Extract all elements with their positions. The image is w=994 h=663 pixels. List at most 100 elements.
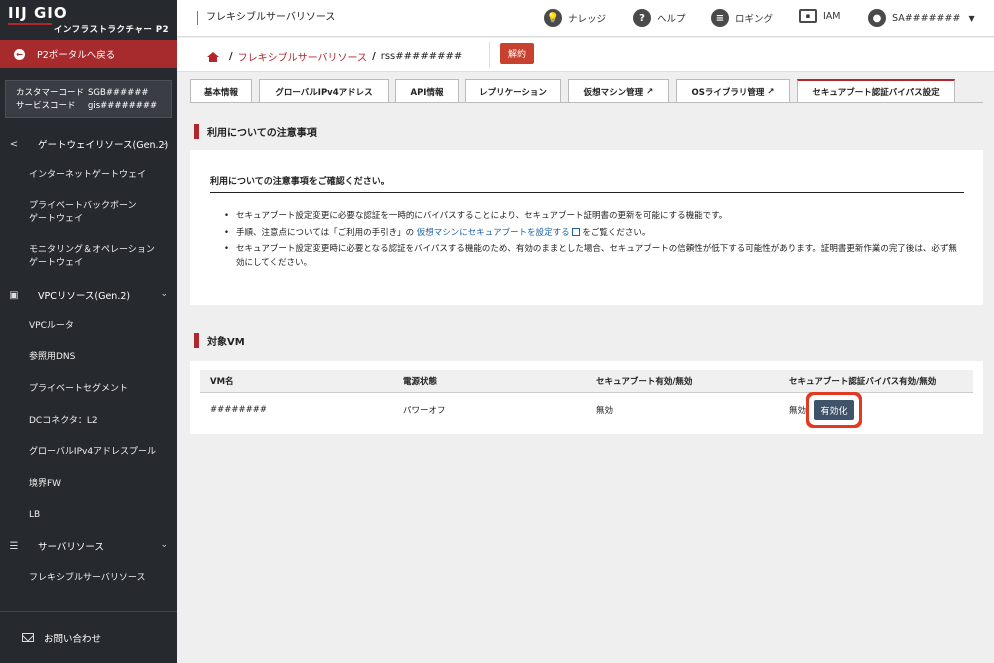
- user-name: SA#######: [892, 12, 961, 24]
- help-label: ヘルプ: [657, 14, 686, 25]
- notice-heading: 利用についての注意事項をご確認ください。: [210, 174, 964, 193]
- power-state-cell: パワーオフ: [403, 406, 446, 417]
- vm-section-title-text: 対象VM: [207, 337, 245, 348]
- sidebar-item-private-segment[interactable]: プライベートセグメント: [0, 383, 128, 396]
- sidebar-item-internet-gateway[interactable]: インターネットゲートウェイ: [0, 169, 146, 182]
- sidebar-item-label: VPCルータ: [29, 321, 74, 331]
- chevron-down-icon: ⌄: [160, 540, 168, 550]
- logo-subtitle: インフラストラクチャー P2: [53, 25, 169, 35]
- question-icon: ?: [633, 9, 651, 27]
- breadcrumb-separator: /: [229, 51, 233, 62]
- tab-label: OSライブラリ管理: [691, 87, 765, 98]
- logging-link[interactable]: ≡ ロギング: [711, 9, 773, 27]
- sidebar-item-label: プライベートセグメント: [29, 384, 129, 394]
- logo[interactable]: IIJ GIO インフラストラクチャー P2: [0, 0, 177, 40]
- tab-vm-management[interactable]: 仮想マシン管理 ↗: [568, 79, 669, 103]
- breadcrumb-current: rss########: [380, 51, 463, 62]
- service-code-value: gis########: [88, 101, 158, 111]
- sidebar-item-flexible-server[interactable]: フレキシブルサーバリソース: [0, 572, 145, 585]
- notice-panel: 利用についての注意事項をご確認ください。 セキュアブート設定変更に必要な認証を一…: [190, 150, 983, 305]
- sidebar-item-dc-connector[interactable]: DCコネクタ：L2: [0, 415, 98, 428]
- notice-section-title-text: 利用についての注意事項: [207, 128, 317, 139]
- sidebar-item-private-backbone-gateway[interactable]: プライベートバックボーン ゲートウェイ: [0, 200, 137, 226]
- nav-group-label: ゲートウェイリソース(Gen.2): [38, 140, 169, 151]
- sidebar-item-label: 参照用DNS: [29, 352, 76, 362]
- sidebar-item-vpc-router[interactable]: VPCルータ: [0, 320, 74, 333]
- customer-code-label: カスタマーコード: [16, 88, 85, 98]
- customer-info: カスタマーコード SGB###### サービスコード gis########: [5, 80, 172, 118]
- section-marker: [194, 333, 199, 348]
- vm-table: VM名 電源状態 セキュアブート有効/無効 セキュアブート認証バイパス有効/無効…: [200, 370, 973, 428]
- service-code-label: サービスコード: [16, 101, 76, 111]
- sidebar-item-label: グローバルIPv4アドレスプール: [29, 447, 157, 457]
- list-item: セキュアブート設定変更に必要な認証を一時的にバイパスすることにより、セキュアブー…: [224, 210, 964, 224]
- tab-replication[interactable]: レプリケーション: [465, 79, 561, 103]
- external-link-icon: ↗: [646, 86, 654, 97]
- sidebar-item-lb[interactable]: LB: [0, 509, 40, 522]
- tab-basic-info[interactable]: 基本情報: [190, 79, 252, 103]
- user-menu[interactable]: ● SA####### ▼: [868, 9, 975, 27]
- breadcrumb: / フレキシブルサーバリソース / rss########: [207, 49, 462, 64]
- external-link-icon: ↗: [767, 86, 775, 97]
- tab-label: 仮想マシン管理: [583, 87, 644, 98]
- sidebar-item-reference-dns[interactable]: 参照用DNS: [0, 351, 75, 364]
- table-header-row: VM名 電源状態 セキュアブート有効/無効 セキュアブート認証バイパス有効/無効: [200, 370, 973, 393]
- bypass-status-text: 無効: [789, 406, 807, 417]
- vm-panel: VM名 電源状態 セキュアブート有効/無効 セキュアブート認証バイパス有効/無効…: [190, 361, 983, 434]
- list-item: 手順、注意点については「ご利用の手引き」の 仮想マシンにセキュアブートを設定する…: [224, 227, 964, 241]
- notice-section-title: 利用についての注意事項: [194, 124, 317, 139]
- notice-text: 手順、注意点については「ご利用の手引き」の: [236, 227, 415, 238]
- tabs-divider: [190, 102, 983, 103]
- column-header-bypass: セキュアブート認証バイパス有効/無効: [779, 370, 973, 393]
- sidebar-item-label: モニタリング＆オペレーション ゲートウェイ: [29, 245, 155, 268]
- sidebar-item-label: DCコネクタ：L2: [29, 416, 98, 426]
- vm-section-title: 対象VM: [194, 333, 245, 348]
- arrow-left-icon: ←: [14, 48, 25, 60]
- customer-code-value: SGB######: [88, 88, 149, 98]
- breadcrumb-link-flexible-server[interactable]: フレキシブルサーバリソース: [238, 49, 367, 64]
- table-row: ######## パワーオフ 無効 無効 有効化: [200, 392, 973, 428]
- column-header-vm-name: VM名: [200, 370, 393, 393]
- portal-back-label: P2ポータルへ戻る: [37, 50, 116, 61]
- nav-group-label: VPCリソース(Gen.2): [38, 291, 131, 302]
- sidebar-item-global-ipv4-pool[interactable]: グローバルIPv4アドレスプール: [0, 446, 156, 459]
- user-icon: ●: [868, 9, 886, 27]
- vm-name-cell: ########: [210, 405, 267, 416]
- contact-label: お問い合わせ: [44, 633, 102, 645]
- nav-group-vpc[interactable]: ▣ VPCリソース(Gen.2) ⌄: [0, 281, 177, 309]
- divider: [489, 42, 490, 68]
- knowledge-link[interactable]: 💡 ナレッジ: [544, 9, 606, 27]
- caret-down-icon: ▼: [968, 13, 975, 23]
- tab-api-info[interactable]: API情報: [395, 79, 459, 103]
- tab-global-ipv4[interactable]: グローバルIPv4アドレス: [259, 79, 389, 103]
- sidebar-item-label: 境界FW: [29, 479, 62, 489]
- server-icon: ☰: [9, 540, 19, 552]
- sidebar-item-label: フレキシブルサーバリソース: [29, 573, 146, 583]
- portal-back-link[interactable]: ← P2ポータルへ戻る: [0, 40, 177, 68]
- help-link[interactable]: ? ヘルプ: [633, 9, 686, 27]
- contact-link[interactable]: お問い合わせ: [0, 611, 177, 663]
- home-icon[interactable]: [207, 51, 219, 62]
- logo-text: IIJ GIO: [8, 4, 68, 22]
- iam-link[interactable]: ▪ IAM: [799, 9, 841, 23]
- knowledge-label: ナレッジ: [568, 14, 607, 25]
- lightbulb-icon: 💡: [544, 9, 562, 27]
- enable-button[interactable]: 有効化: [814, 400, 855, 421]
- cancel-contract-button[interactable]: 解約: [500, 43, 534, 64]
- page-title: フレキシブルサーバリソース: [197, 11, 335, 25]
- bypass-status: 無効 有効化: [789, 400, 855, 421]
- tab-secure-boot-bypass[interactable]: セキュアブート認証バイパス設定: [797, 79, 955, 103]
- secure-boot-guide-link[interactable]: 仮想マシンにセキュアブートを設定する: [417, 228, 570, 238]
- nav-group-server[interactable]: ☰ サーバリソース ⌄: [0, 532, 177, 560]
- external-link-icon: [571, 227, 580, 236]
- sidebar-item-monitoring-gateway[interactable]: モニタリング＆オペレーション ゲートウェイ: [0, 244, 155, 270]
- mail-icon: [22, 633, 34, 642]
- sidebar-item-boundary-fw[interactable]: 境界FW: [0, 478, 61, 491]
- list-item: セキュアブート設定変更時に必要となる認証をバイパスする機能のため、有効のままとし…: [224, 243, 964, 270]
- tab-os-library[interactable]: OSライブラリ管理 ↗: [676, 79, 790, 103]
- column-header-power-state: 電源状態: [393, 370, 586, 393]
- sidebar-item-label: プライベートバックボーン ゲートウェイ: [29, 201, 137, 224]
- notice-list: セキュアブート設定変更に必要な認証を一時的にバイパスすることにより、セキュアブー…: [224, 210, 964, 273]
- nav-group-gateway[interactable]: < ゲートウェイリソース(Gen.2) ⌄: [0, 130, 177, 158]
- sidebar-item-label: LB: [29, 510, 41, 520]
